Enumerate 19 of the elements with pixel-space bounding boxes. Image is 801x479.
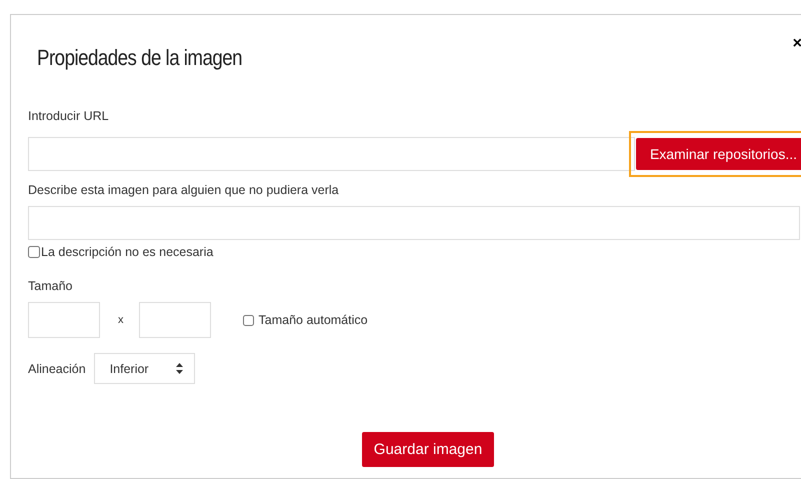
browse-button[interactable]: Examinar repositorios... xyxy=(636,138,801,170)
alignment-select[interactable]: Inferior xyxy=(94,353,195,384)
description-field[interactable] xyxy=(28,206,800,240)
checkbox[interactable] xyxy=(28,246,40,258)
checkbox[interactable] xyxy=(242,314,254,326)
checkbox-label: La descripción no es necesaria xyxy=(41,245,214,259)
url-field[interactable] xyxy=(28,137,635,171)
save-button[interactable]: Guardar imagen xyxy=(362,432,494,467)
sort-arrows-icon xyxy=(176,363,183,374)
close-button[interactable]: × xyxy=(792,35,801,53)
checkbox-label: Tamaño automático xyxy=(258,313,368,327)
width-field[interactable] xyxy=(28,302,100,338)
times-sign: x xyxy=(118,314,124,326)
dialog-title: Propiedades de la imagen xyxy=(37,45,242,71)
url-label: Introducir URL xyxy=(28,109,110,123)
alignment-label: Alineación xyxy=(28,362,86,376)
size-label: Tamaño xyxy=(28,279,74,293)
description-label: Describe esta imagen para alguien que no pudiera verla xyxy=(28,183,340,197)
height-field[interactable] xyxy=(138,302,210,338)
